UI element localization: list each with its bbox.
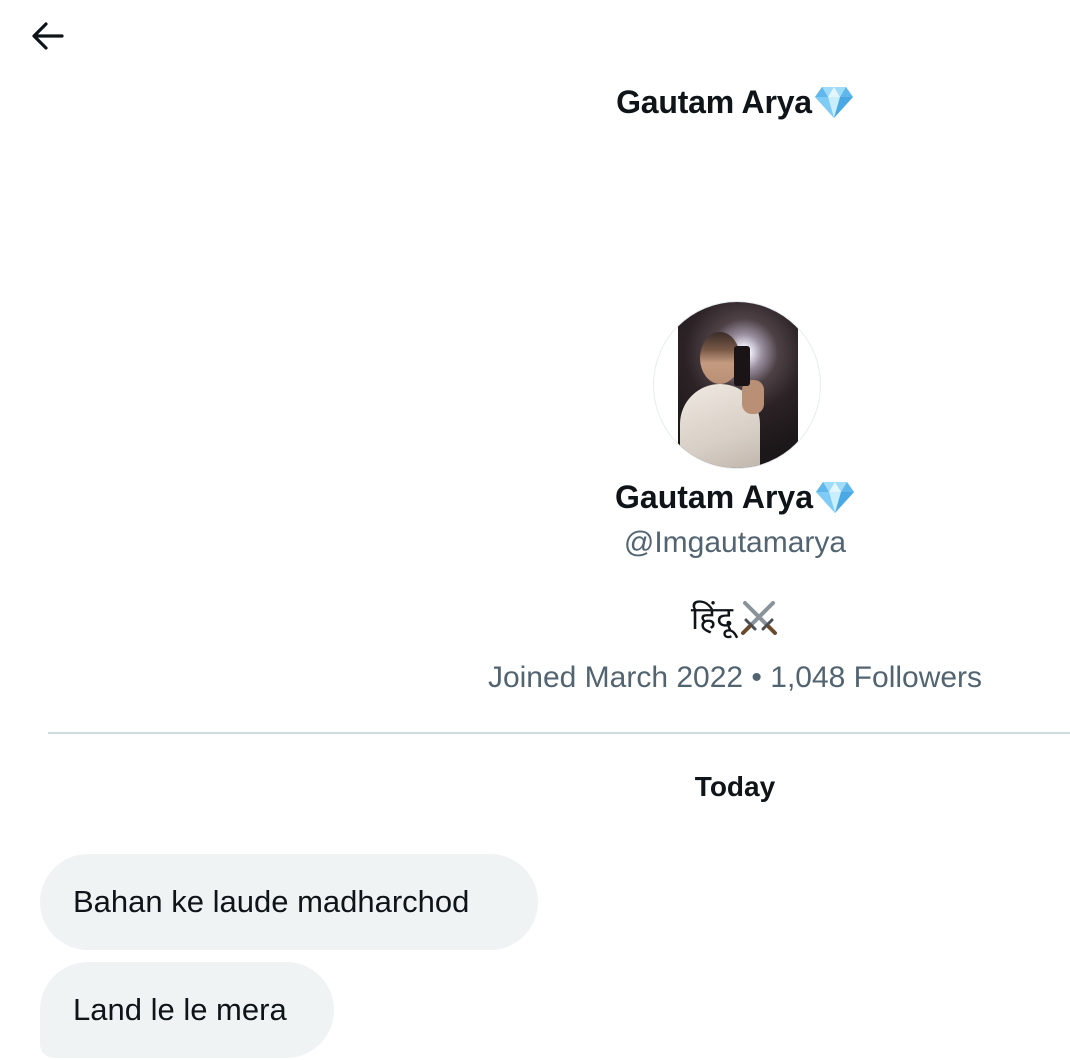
profile-avatar[interactable] <box>653 301 821 469</box>
profile-meta: Joined March 2022 • 1,048 Followers <box>487 661 983 694</box>
conversation-title: Gautam Arya <box>450 84 1020 122</box>
crossed-swords-icon <box>741 601 778 635</box>
avatar-photo <box>678 302 798 468</box>
profile-bio-text: हिंदू <box>690 599 734 637</box>
message-bubble[interactable]: Land le le mera <box>40 962 334 1058</box>
day-separator: Today <box>694 771 776 802</box>
header-name: Gautam Arya <box>616 84 812 120</box>
arrow-left-icon <box>32 22 64 50</box>
message-bubble[interactable]: Bahan ke laude madharchod <box>40 854 538 950</box>
profile-name-text: Gautam Arya <box>615 479 813 515</box>
profile-handle[interactable]: @Imgautamarya <box>450 526 1020 560</box>
divider <box>48 732 1070 734</box>
profile-bio: हिंदू <box>450 596 1020 640</box>
profile-name[interactable]: Gautam Arya <box>450 479 1020 517</box>
gem-stone-icon <box>816 481 854 513</box>
message-text: Land le le mera <box>73 992 287 1027</box>
gem-stone-icon <box>814 86 853 118</box>
back-button[interactable] <box>26 14 70 58</box>
message-text: Bahan ke laude madharchod <box>73 884 470 919</box>
